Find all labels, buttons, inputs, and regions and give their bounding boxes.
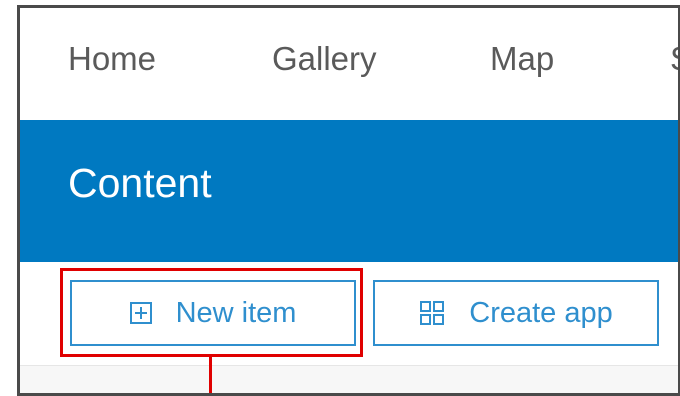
create-app-label: Create app	[469, 296, 613, 329]
top-navigation: Home Gallery Map S	[20, 8, 678, 120]
nav-item-gallery[interactable]: Gallery	[272, 40, 377, 78]
new-item-button[interactable]: New item	[70, 280, 356, 346]
new-item-label: New item	[175, 296, 297, 329]
nav-item-map[interactable]: Map	[490, 40, 554, 78]
content-banner: Content	[20, 120, 678, 262]
create-app-button[interactable]: Create app	[373, 280, 659, 346]
plus-square-icon	[129, 302, 152, 324]
content-toolbar: New item Create app	[20, 262, 678, 393]
grid-apps-icon	[419, 300, 445, 326]
nav-item-home[interactable]: Home	[68, 40, 156, 78]
nav-item-truncated[interactable]: S	[670, 40, 678, 78]
content-list-area	[20, 366, 678, 393]
screenshot-frame: Home Gallery Map S Content New item	[17, 5, 680, 396]
page-title: Content	[68, 160, 212, 206]
